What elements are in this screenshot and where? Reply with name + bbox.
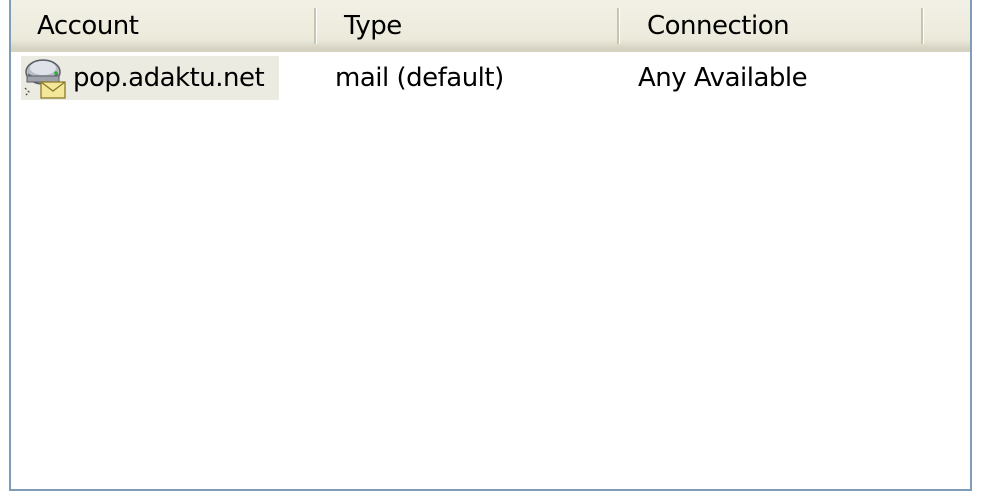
- column-divider[interactable]: [921, 8, 924, 44]
- mail-server-icon: [24, 59, 66, 99]
- accounts-list[interactable]: Account Type Connection pop.adaktu.net m…: [9, 0, 972, 491]
- list-header: Account Type Connection: [11, 0, 970, 52]
- column-divider[interactable]: [314, 8, 317, 44]
- column-header-account[interactable]: Account: [37, 0, 139, 49]
- column-header-connection[interactable]: Connection: [647, 0, 790, 49]
- connection-cell: Any Available: [638, 63, 808, 93]
- column-header-type[interactable]: Type: [344, 0, 402, 49]
- column-divider[interactable]: [617, 8, 620, 44]
- list-item[interactable]: pop.adaktu.net mail (default) Any Availa…: [11, 56, 970, 100]
- account-name: pop.adaktu.net: [73, 63, 265, 93]
- type-cell: mail (default): [335, 63, 504, 93]
- account-cell[interactable]: pop.adaktu.net: [21, 56, 279, 100]
